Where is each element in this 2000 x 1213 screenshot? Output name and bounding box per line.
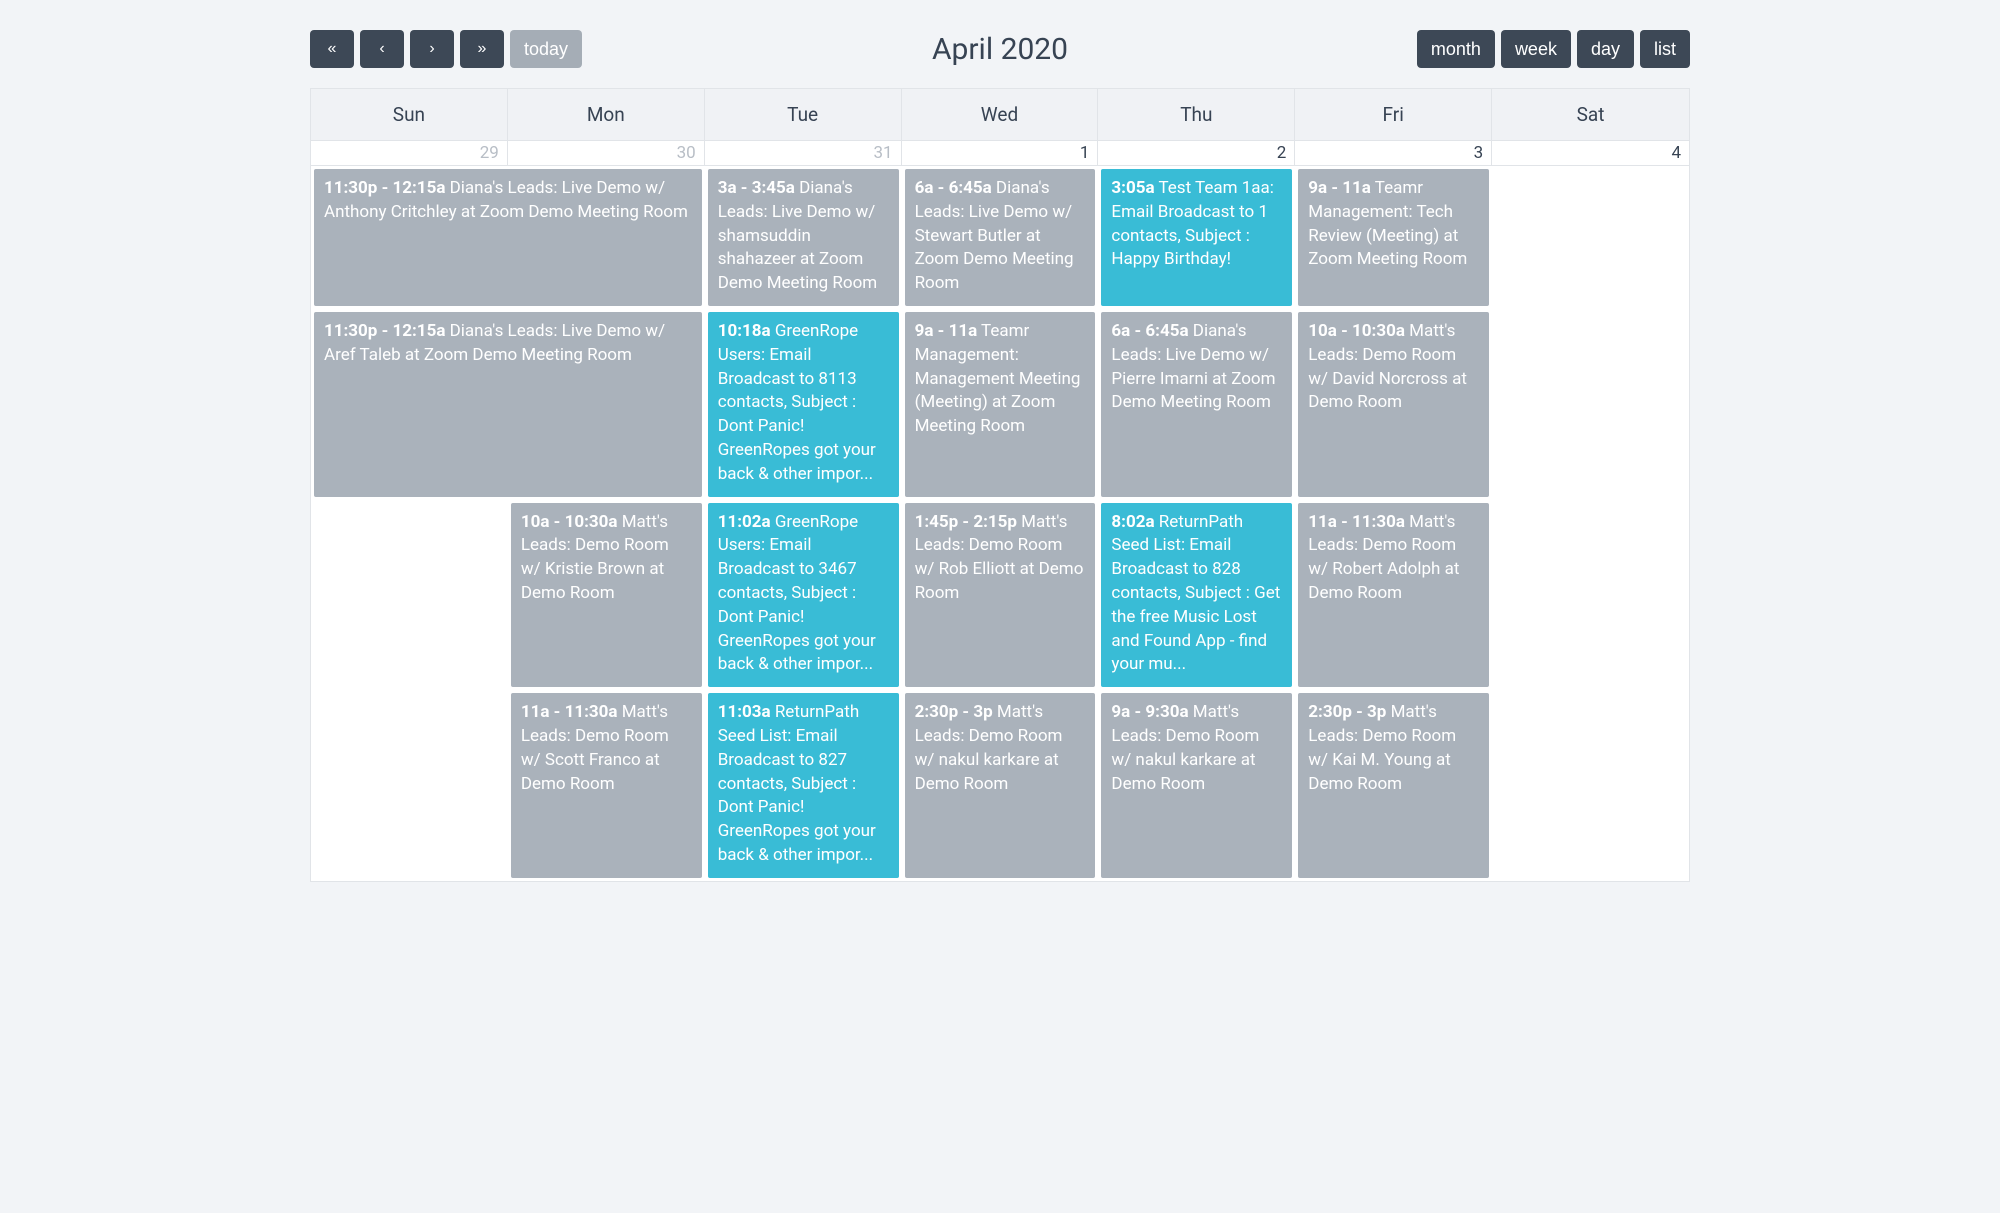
day-header-mon: Mon [508,89,705,140]
day-header-tue: Tue [705,89,902,140]
day-header-sun: Sun [311,89,508,140]
today-button[interactable]: today [510,30,582,68]
event-time: 6a - 6:45a [915,178,992,198]
event-time: 10:18a [718,321,771,341]
calendar-event[interactable]: 3a - 3:45a Diana's Leads: Live Demo w/ s… [708,169,899,306]
calendar-event[interactable]: 10a - 10:30a Matt's Leads: Demo Room w/ … [511,503,702,688]
empty-cell [314,693,505,878]
date-number[interactable]: 31 [705,141,902,165]
calendar-event[interactable]: 6a - 6:45a Diana's Leads: Live Demo w/ P… [1101,312,1292,497]
calendar-title: April 2020 [932,32,1068,67]
event-time: 3a - 3:45a [718,178,795,198]
calendar-event[interactable]: 1:45p - 2:15p Matt's Leads: Demo Room w/… [905,503,1096,688]
event-time: 9a - 11a [915,321,978,341]
calendar-event[interactable]: 11:02a GreenRope Users: Email Broadcast … [708,503,899,688]
event-time: 2:30p - 3p [915,702,993,722]
chevron-right-icon [429,40,434,58]
calendar-event[interactable]: 3:05a Test Team 1aa: Email Broadcast to … [1101,169,1292,306]
view-group: month week day list [1417,30,1690,68]
event-time: 11a - 11:30a [521,702,618,722]
date-number[interactable]: 30 [508,141,705,165]
event-text: ReturnPath Seed List: Email Broadcast to… [718,702,876,865]
event-time: 11:03a [718,702,771,722]
date-number[interactable]: 1 [902,141,1099,165]
event-text: GreenRope Users: Email Broadcast to 8113… [718,321,876,484]
empty-cell [314,503,505,688]
events-row: 11:30p - 12:15a Diana's Leads: Live Demo… [311,309,1689,500]
event-time: 6a - 6:45a [1111,321,1188,341]
events-row: 11a - 11:30a Matt's Leads: Demo Room w/ … [311,690,1689,881]
event-time: 11a - 11:30a [1308,512,1405,532]
day-header-wed: Wed [902,89,1099,140]
calendar-event[interactable]: 9a - 9:30a Matt's Leads: Demo Room w/ na… [1101,693,1292,878]
view-day-button[interactable]: day [1577,30,1634,68]
empty-cell [1495,693,1686,878]
calendar-event[interactable]: 10a - 10:30a Matt's Leads: Demo Room w/ … [1298,312,1489,497]
view-list-button[interactable]: list [1640,30,1690,68]
event-text: GreenRope Users: Email Broadcast to 3467… [718,512,876,675]
calendar-event[interactable]: 2:30p - 3p Matt's Leads: Demo Room w/ Ka… [1298,693,1489,878]
toolbar: today April 2020 month week day list [310,30,1690,68]
calendar: today April 2020 month week day list Sun… [310,30,1690,882]
event-time: 9a - 9:30a [1111,702,1188,722]
calendar-event[interactable]: 11:03a ReturnPath Seed List: Email Broad… [708,693,899,878]
calendar-event[interactable]: 11:30p - 12:15a Diana's Leads: Live Demo… [314,312,702,497]
calendar-event[interactable]: 2:30p - 3p Matt's Leads: Demo Room w/ na… [905,693,1096,878]
event-time: 10a - 10:30a [521,512,618,532]
events-row: 10a - 10:30a Matt's Leads: Demo Room w/ … [311,500,1689,691]
events-row: 11:30p - 12:15a Diana's Leads: Live Demo… [311,166,1689,309]
calendar-event[interactable]: 10:18a GreenRope Users: Email Broadcast … [708,312,899,497]
date-number[interactable]: 29 [311,141,508,165]
event-time: 11:02a [718,512,771,532]
empty-cell [1495,503,1686,688]
empty-cell [1495,312,1686,497]
chevron-left-icon [379,40,384,58]
nav-group [310,30,504,68]
prev-year-button[interactable] [310,30,354,68]
day-header-fri: Fri [1295,89,1492,140]
day-headers: Sun Mon Tue Wed Thu Fri Sat [311,89,1689,141]
event-time: 10a - 10:30a [1308,321,1405,341]
date-number[interactable]: 2 [1098,141,1295,165]
calendar-event[interactable]: 11a - 11:30a Matt's Leads: Demo Room w/ … [511,693,702,878]
calendar-event[interactable]: 9a - 11a Teamr Management: Tech Review (… [1298,169,1489,306]
event-time: 11:30p - 12:15a [324,178,445,198]
event-time: 11:30p - 12:15a [324,321,445,341]
chevron-double-left-icon [328,40,337,58]
event-time: 2:30p - 3p [1308,702,1386,722]
calendar-event[interactable]: 11a - 11:30a Matt's Leads: Demo Room w/ … [1298,503,1489,688]
event-time: 8:02a [1111,512,1154,532]
calendar-event[interactable]: 8:02a ReturnPath Seed List: Email Broadc… [1101,503,1292,688]
calendar-grid: Sun Mon Tue Wed Thu Fri Sat 29 30 31 1 2… [310,88,1690,882]
view-month-button[interactable]: month [1417,30,1495,68]
calendar-event[interactable]: 11:30p - 12:15a Diana's Leads: Live Demo… [314,169,702,306]
event-time: 1:45p - 2:15p [915,512,1017,532]
prev-month-button[interactable] [360,30,404,68]
event-time: 9a - 11a [1308,178,1371,198]
next-month-button[interactable] [410,30,454,68]
calendar-event[interactable]: 6a - 6:45a Diana's Leads: Live Demo w/ S… [905,169,1096,306]
event-text: ReturnPath Seed List: Email Broadcast to… [1111,512,1280,675]
date-number[interactable]: 4 [1492,141,1689,165]
calendar-event[interactable]: 9a - 11a Teamr Management: Management Me… [905,312,1096,497]
next-year-button[interactable] [460,30,504,68]
date-number-row: 29 30 31 1 2 3 4 [311,141,1689,166]
day-header-sat: Sat [1492,89,1689,140]
day-header-thu: Thu [1098,89,1295,140]
date-number[interactable]: 3 [1295,141,1492,165]
empty-cell [1495,169,1686,306]
chevron-double-right-icon [478,40,487,58]
event-time: 3:05a [1111,178,1154,198]
view-week-button[interactable]: week [1501,30,1571,68]
